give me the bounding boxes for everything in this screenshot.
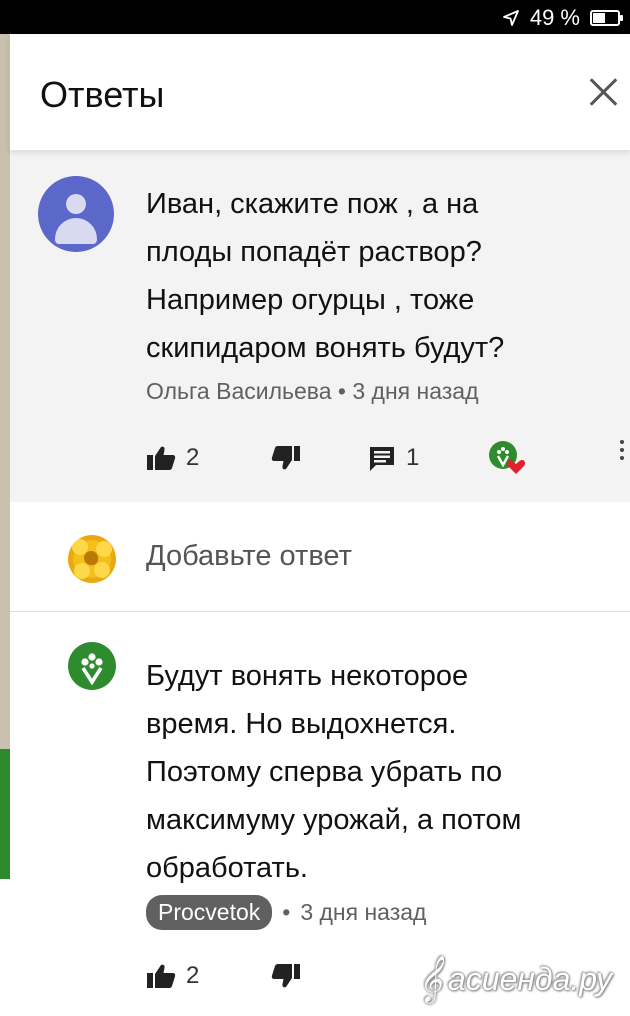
comment-line: скипидаром вонять будут?: [146, 332, 505, 364]
comment-text: Будут вонять некоторое время. Но выдохне…: [146, 652, 616, 892]
comment-line: Поэтому сперва убрать по: [146, 756, 503, 788]
watermark-text: асиенда.ру: [447, 961, 612, 997]
thumbs-up-icon: [147, 964, 176, 988]
dislike-button[interactable]: [271, 956, 301, 996]
dislike-button[interactable]: [271, 438, 301, 478]
avatar[interactable]: [38, 176, 114, 252]
flower-logo-icon: [69, 643, 115, 689]
comment-line: максимуму урожай, а потом: [146, 804, 522, 836]
comment-line: Иван, скажите пож , а на: [146, 188, 479, 220]
reply-comment: Будут вонять некоторое время. Но выдохне…: [10, 612, 630, 1016]
location-arrow-icon: [502, 10, 519, 26]
separator-dot: •: [337, 378, 353, 404]
thumbs-down-icon: [271, 446, 300, 470]
treble-clef-icon: 𝄞: [418, 957, 442, 1001]
add-reply-box[interactable]: Добавьте ответ: [10, 502, 630, 612]
battery-icon: [590, 10, 623, 26]
thumbs-down-icon: [271, 964, 300, 988]
channel-logo-avatar[interactable]: [68, 642, 116, 690]
comment-meta: Ольга Васильева • 3 дня назад: [146, 378, 479, 405]
comment-meta: Procvetok • 3 дня назад: [146, 895, 426, 930]
comment-line: Будут вонять некоторое: [146, 660, 469, 692]
header: Ответы: [10, 34, 630, 150]
add-reply-input[interactable]: Добавьте ответ: [146, 540, 352, 573]
reply-count-button[interactable]: 1: [368, 438, 419, 478]
comment-text: Иван, скажите пож , а на плоды попадёт р…: [146, 180, 616, 372]
creator-heart: [488, 438, 526, 478]
parent-comment: Иван, скажите пож , а на плоды попадёт р…: [10, 150, 630, 502]
reply-count: 1: [406, 444, 420, 471]
background-page-strip: [0, 34, 10, 1016]
comment-line: обработать.: [146, 852, 308, 884]
comment-line: плоды попадёт раствор?: [146, 236, 482, 268]
separator-dot: •: [282, 899, 291, 925]
author-name[interactable]: Ольга Васильева: [146, 378, 332, 404]
comment-line: Например огурцы , тоже: [146, 284, 475, 316]
close-icon[interactable]: [582, 70, 626, 114]
like-button[interactable]: 2: [146, 956, 199, 996]
watermark: 𝄞 асиенда.ру: [418, 957, 612, 1002]
comment-line: время. Но выдохнется.: [146, 708, 457, 740]
thumbs-up-icon: [147, 446, 176, 470]
more-icon[interactable]: [620, 440, 626, 464]
creator-heart-icon: [489, 441, 526, 474]
like-count: 2: [186, 962, 200, 989]
like-count: 2: [186, 444, 200, 471]
like-button[interactable]: 2: [146, 438, 199, 478]
battery-percent: 49 %: [529, 5, 580, 30]
author-badge[interactable]: Procvetok: [146, 895, 273, 930]
page-title: Ответы: [40, 74, 165, 115]
comment-time: 3 дня назад: [352, 378, 479, 404]
user-avatar: [68, 535, 116, 583]
status-bar: 49 %: [0, 0, 630, 34]
replies-screen: 49 % Ответы Иван, скажите пож , а на пло…: [0, 0, 630, 1016]
comment-icon: [370, 447, 394, 471]
comment-actions: 2 1: [146, 438, 626, 478]
comment-time: 3 дня назад: [300, 899, 427, 925]
